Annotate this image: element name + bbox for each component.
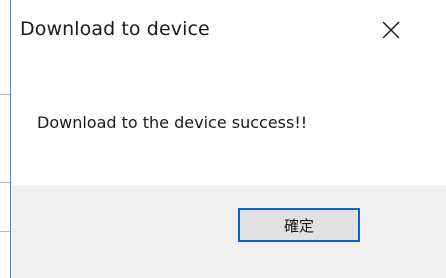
ok-button-label: 確定 — [283, 216, 314, 235]
close-button[interactable] — [371, 10, 411, 50]
background-divider — [0, 231, 10, 232]
dialog-content: Download to the device success!! — [11, 62, 446, 185]
background-divider — [0, 182, 10, 183]
background-divider — [0, 94, 10, 95]
ok-button[interactable]: 確定 — [238, 208, 360, 242]
dialog-footer: 確定 — [11, 185, 446, 278]
message-dialog: Download to device Download to the devic… — [0, 0, 446, 278]
dialog-message: Download to the device success!! — [37, 113, 308, 132]
close-icon — [382, 21, 400, 39]
title-bar[interactable]: Download to device — [11, 0, 446, 62]
dialog-title: Download to device — [20, 18, 210, 40]
